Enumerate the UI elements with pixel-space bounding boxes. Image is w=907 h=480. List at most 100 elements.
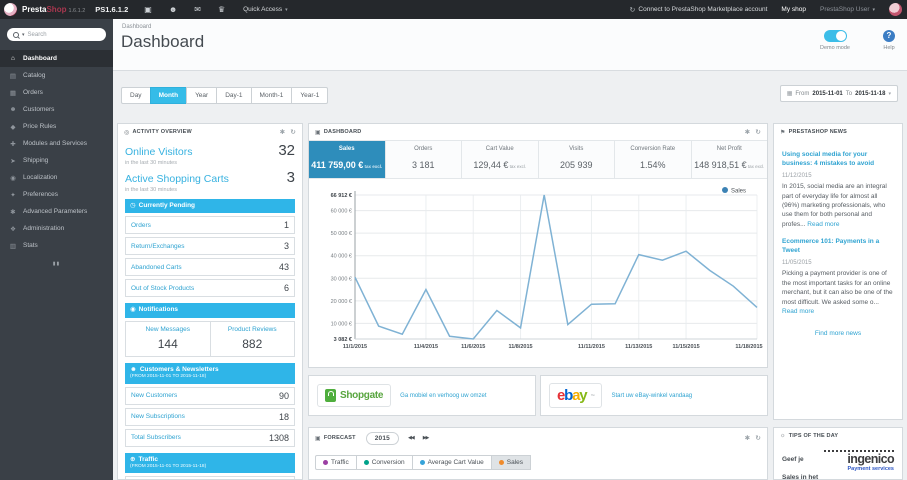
user-menu[interactable]: PrestaShop User ▾ xyxy=(820,6,875,13)
sync-icon: ↻ xyxy=(629,6,636,14)
legend-label: Traffic xyxy=(331,459,349,466)
notification-product-reviews[interactable]: Product Reviews 882 xyxy=(209,321,295,356)
read-more-link[interactable]: Read more xyxy=(782,308,814,315)
sales-line-chart: 66 912 € 60 000 € 50 000 € 40 000 € 30 000 €… xyxy=(331,187,763,350)
sidebar-item-shipping[interactable]: ➤ Shipping xyxy=(0,152,113,169)
active-carts-link[interactable]: Active Shopping Carts xyxy=(125,173,229,185)
sidebar-item-dashboard[interactable]: ⌂ Dashboard xyxy=(0,50,113,67)
kpi-tab-sales[interactable]: Sales 411 759,00 € tax excl. xyxy=(309,141,386,178)
next-year-button[interactable]: ▶▶ xyxy=(423,435,430,441)
localization-icon: ◉ xyxy=(10,174,16,182)
find-more-news-link[interactable]: Find more news xyxy=(782,330,894,337)
catalog-icon: ▤ xyxy=(9,72,17,80)
sidebar-item-orders[interactable]: ▦ Orders xyxy=(0,84,113,101)
sidebar-collapse-toggle[interactable]: ▮▮ xyxy=(0,261,113,267)
kpi-note: tax excl. xyxy=(746,164,765,169)
read-more-link[interactable]: Read more xyxy=(807,221,839,228)
pending-row-return-exchanges[interactable]: Return/Exchanges 3 xyxy=(125,237,295,256)
sidebar-item-label: Dashboard xyxy=(23,55,57,62)
panel-title: PRESTASHOP NEWS xyxy=(788,129,848,135)
date-range-picker[interactable]: ▦ From 2015-11-01 To 2015-11-18 ▾ xyxy=(779,85,898,102)
filter-button-day-1[interactable]: Day-1 xyxy=(216,87,252,104)
previous-year-button[interactable]: ◀◀ xyxy=(408,435,415,441)
pending-row-abandoned-carts[interactable]: Abandoned Carts 43 xyxy=(125,258,295,277)
topbar-shortcut-icons: ▣ ☻ ✉ ♛ xyxy=(144,5,225,14)
kpi-label: Net Profit xyxy=(716,146,742,152)
sidebar-item-label: Price Rules xyxy=(23,123,57,130)
online-visitors-link[interactable]: Online Visitors xyxy=(125,146,193,158)
gear-icon[interactable]: ✱ xyxy=(745,128,751,136)
kpi-tab-net-profit[interactable]: Net Profit 148 918,51 € tax excl. xyxy=(692,141,768,178)
sidebar-item-modules-and-services[interactable]: ✚ Modules and Services xyxy=(0,135,113,152)
my-shop-link[interactable]: My shop xyxy=(781,6,806,13)
customer-row-total-subscribers[interactable]: Total Subscribers 1308 xyxy=(125,428,295,447)
row-label: New Subscriptions xyxy=(131,413,185,421)
customers-icon[interactable]: ☻ xyxy=(169,5,177,14)
shopgate-banner[interactable]: Shopgate Ga mobiel en verhoog uw omzet xyxy=(308,375,536,416)
forecast-legend-conversion[interactable]: Conversion xyxy=(355,455,413,470)
refresh-icon[interactable]: ↻ xyxy=(755,434,761,442)
customer-row-new-customers[interactable]: New Customers 90 xyxy=(125,386,295,405)
traffic-dot-icon xyxy=(323,460,328,465)
forecast-legend-traffic[interactable]: Traffic xyxy=(315,455,357,470)
sidebar-item-stats[interactable]: ▥ Stats xyxy=(0,237,113,254)
breadcrumb[interactable]: Dashboard xyxy=(122,24,151,30)
avatar[interactable] xyxy=(889,3,902,16)
pending-row-orders[interactable]: Orders 1 xyxy=(125,216,295,235)
refresh-icon[interactable]: ↻ xyxy=(290,128,296,136)
sales-dot-icon xyxy=(498,460,504,465)
filter-button-month-1[interactable]: Month-1 xyxy=(250,87,293,104)
stats-icon: ▥ xyxy=(9,242,17,250)
forecast-legend-sales[interactable]: Sales xyxy=(490,455,531,470)
marketplace-connect-link[interactable]: ↻ Connect to PrestaShop Marketplace accou… xyxy=(630,6,768,14)
prestashop-logo-icon[interactable] xyxy=(4,3,17,16)
sidebar-item-price-rules[interactable]: ◆ Price Rules xyxy=(0,118,113,135)
trophy-icon[interactable]: ♛ xyxy=(218,5,225,14)
google-analytics-link[interactable]: Link to your Google Analytics account xyxy=(125,476,295,479)
chevron-down-icon: ▾ xyxy=(22,31,25,38)
quick-access-menu[interactable]: Quick Access ▾ xyxy=(243,6,288,13)
sales-chart: 66 912 € 60 000 € 50 000 € 40 000 € 30 000 €… xyxy=(309,179,767,367)
sidebar-item-customers[interactable]: ☻ Customers xyxy=(0,101,113,118)
filter-button-day[interactable]: Day xyxy=(121,87,151,104)
filter-button-month[interactable]: Month xyxy=(149,87,188,104)
ebay-link[interactable]: Start uw eBay-winkel vandaag xyxy=(611,393,692,399)
svg-text:11/6/2015: 11/6/2015 xyxy=(461,344,485,350)
filter-button-year-1[interactable]: Year-1 xyxy=(291,87,329,104)
gear-icon[interactable]: ✱ xyxy=(280,128,286,136)
row-label: Orders xyxy=(131,221,151,229)
customers-newsletters-header: ☻ Customers & Newsletters (FROM 2015-11-01… xyxy=(125,362,295,384)
kpi-tab-visits[interactable]: Visits 205 939 xyxy=(539,141,615,178)
cart-icon[interactable]: ▣ xyxy=(144,5,152,14)
customer-row-new-subscriptions[interactable]: New Subscriptions 18 xyxy=(125,407,295,426)
conversion-dot-icon xyxy=(363,460,369,465)
demo-mode-toggle[interactable] xyxy=(823,30,847,42)
sidebar-item-localization[interactable]: ◉ Localization xyxy=(0,169,113,186)
search-input[interactable]: ▾ Search xyxy=(7,28,106,41)
kpi-tab-cart-value[interactable]: Cart Value 129,44 € tax excl. xyxy=(462,141,539,178)
news-headline-1[interactable]: Using social media for your business: 4 … xyxy=(782,150,894,168)
average-cart-value-dot-icon xyxy=(419,460,425,465)
refresh-icon[interactable]: ↻ xyxy=(755,128,761,136)
help-icon[interactable]: ? xyxy=(883,30,895,42)
svg-text:50 000 €: 50 000 € xyxy=(331,231,352,237)
person-icon: ☻ xyxy=(130,365,137,373)
shopgate-link[interactable]: Ga mobiel en verhoog uw omzet xyxy=(400,393,486,399)
kpi-tab-conversion-rate[interactable]: Conversion Rate 1.54% xyxy=(615,141,692,178)
kpi-tab-orders[interactable]: Orders 3 181 xyxy=(386,141,462,178)
news-headline-2[interactable]: Ecommerce 101: Payments in a Tweet xyxy=(782,237,894,255)
sidebar-item-preferences[interactable]: ✦ Preferences xyxy=(0,186,113,203)
ebay-banner[interactable]: ebay ™ Start uw eBay-winkel vandaag xyxy=(540,375,768,416)
forecast-panel: ▣ FORECAST 2015 ◀◀ ▶▶ ✱ ↻ Traffic Conversi… xyxy=(308,427,768,480)
sidebar-item-administration[interactable]: ❖ Administration xyxy=(0,220,113,237)
sidebar-item-advanced-parameters[interactable]: ✱ Advanced Parameters xyxy=(0,203,113,220)
messages-icon[interactable]: ✉ xyxy=(194,5,201,14)
sidebar-item-catalog[interactable]: ▤ Catalog xyxy=(0,67,113,84)
dashboard-panel: ▣ DASHBOARD ✱ ↻ Sales 411 759,00 € tax exc… xyxy=(308,123,768,368)
notification-new-messages[interactable]: New Messages 144 xyxy=(126,322,210,356)
filter-button-year[interactable]: Year xyxy=(186,87,218,104)
pending-row-out-of-stock-products[interactable]: Out of Stock Products 6 xyxy=(125,279,295,298)
forecast-legend-average-cart-value[interactable]: Average Cart Value xyxy=(411,455,492,470)
gear-icon[interactable]: ✱ xyxy=(745,434,751,442)
online-visitors-sub: in the last 30 minutes xyxy=(125,160,177,166)
